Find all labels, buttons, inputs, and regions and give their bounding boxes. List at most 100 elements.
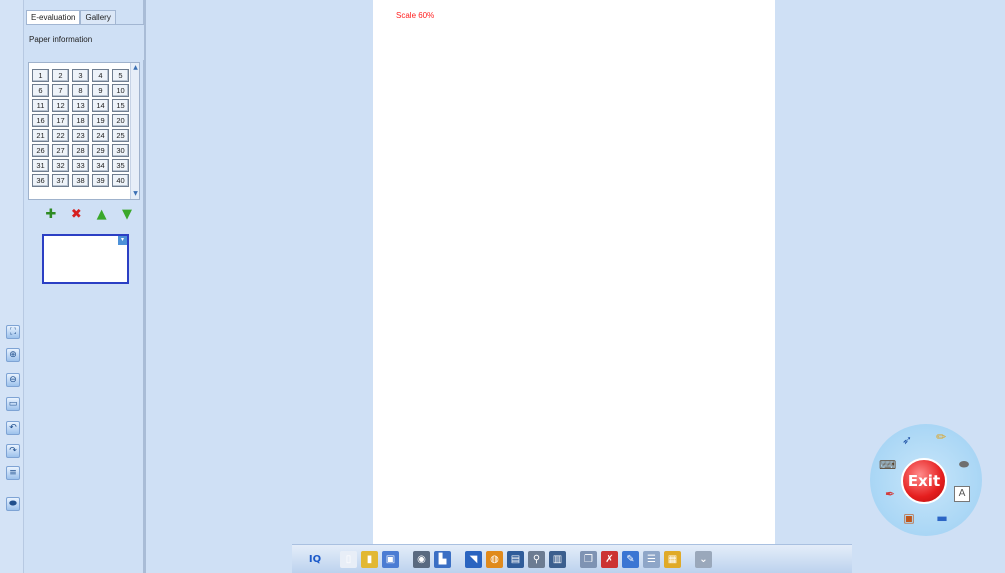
zoom-out-tool-icon[interactable]: ⊖	[6, 373, 20, 387]
new-page-icon[interactable]: ▯	[340, 550, 357, 568]
page-cell[interactable]: 4	[92, 69, 109, 82]
fit-view-tool-icon[interactable]: ⛶	[6, 325, 20, 339]
gallery-icon[interactable]: ▦	[664, 550, 681, 568]
page-grid-box: 1 2 3 4 5 6 7 8 9 10 11 12 13 14 15 16 17 18 19 20 21 22 23 24 2…	[28, 62, 140, 200]
page-cell[interactable]: 17	[52, 114, 69, 127]
undo-tool-icon[interactable]: ↶	[6, 421, 20, 435]
page-cell[interactable]: 16	[32, 114, 49, 127]
page-cell[interactable]: 8	[72, 84, 89, 97]
page-cell[interactable]: 32	[52, 159, 69, 172]
delete-icon: ✖	[70, 207, 82, 222]
delete-page-button[interactable]: ✖	[69, 208, 83, 222]
page-cell[interactable]: 11	[32, 99, 49, 112]
page-cell[interactable]: 30	[112, 144, 129, 157]
page-cell[interactable]: 12	[52, 99, 69, 112]
keyboard-icon[interactable]: ⌨	[879, 457, 896, 473]
page-cell[interactable]: 24	[92, 129, 109, 142]
move-down-button[interactable]: ▼	[120, 208, 134, 222]
page-cell[interactable]: 36	[32, 174, 49, 187]
highlighter-icon[interactable]: ✒	[882, 486, 898, 502]
page-cell[interactable]: 1	[32, 69, 49, 82]
page-cell[interactable]: 40	[112, 174, 129, 187]
scroll-down-icon[interactable]: ▼	[132, 190, 139, 198]
monitor-icon[interactable]: ▬	[934, 510, 950, 526]
page-cell[interactable]: 35	[112, 159, 129, 172]
list-icon[interactable]: ☰	[643, 550, 660, 568]
page-cell[interactable]: 26	[32, 144, 49, 157]
open-file-icon[interactable]: ▮	[361, 550, 378, 568]
page-cell[interactable]: 39	[92, 174, 109, 187]
ruler-tool-icon[interactable]: ≡	[6, 466, 20, 480]
left-tool-strip: ⛶ ⊕ ⊖ ▭ ↶ ↷ ≡ ⬬	[0, 0, 24, 573]
page-cell[interactable]: 23	[72, 129, 89, 142]
page-cell[interactable]: 25	[112, 129, 129, 142]
side-panel: E-evaluation Gallery Paper information 1…	[24, 0, 146, 573]
pencil-icon[interactable]: ✏	[933, 429, 949, 445]
camera-icon[interactable]: ◉	[413, 550, 430, 568]
scroll-up-icon[interactable]: ▲	[132, 64, 139, 72]
page-cell[interactable]: 29	[92, 144, 109, 157]
add-page-button[interactable]: ✚	[44, 208, 58, 222]
page-cell[interactable]: 19	[92, 114, 109, 127]
spotlight-icon[interactable]: ◥	[465, 550, 482, 568]
page-thumbnail[interactable]: ▾	[42, 234, 129, 284]
page-cell[interactable]: 37	[52, 174, 69, 187]
bottom-toolbar: IQ ▯ ▮ ▣ ◉ ▙ ◥ ◍ ▤ ⚲ ▥ ❐ ✗ ✎ ☰ ▦ ⌄	[292, 544, 852, 573]
page-cell[interactable]: 34	[92, 159, 109, 172]
tab-e-evaluation[interactable]: E-evaluation	[26, 10, 81, 24]
expand-more-icon[interactable]: ⌄	[695, 550, 712, 568]
chart-icon[interactable]: ▙	[434, 550, 451, 568]
plus-icon: ✚	[45, 207, 57, 222]
thumbnail-menu-icon[interactable]: ▾	[118, 236, 127, 245]
page-grid-scrollbar[interactable]: ▲ ▼	[130, 63, 139, 199]
browser-icon[interactable]: ◍	[486, 550, 503, 568]
page-actions: ✚ ✖ ▲ ▼	[44, 208, 134, 224]
whiteboard-canvas[interactable]: Scale 60%	[373, 0, 775, 548]
text-icon[interactable]: A	[954, 486, 970, 502]
page-cell[interactable]: 21	[32, 129, 49, 142]
magnifier-icon[interactable]: ⚲	[528, 550, 545, 568]
page-cell[interactable]: 28	[72, 144, 89, 157]
page-cell[interactable]: 31	[32, 159, 49, 172]
iq-logo-icon[interactable]: IQ	[304, 551, 326, 568]
radial-menu: Exit ➶ ✏ ⌨ ⬬ ✒ A ▣ ▬	[870, 424, 982, 536]
screenshot-icon[interactable]: ▤	[507, 550, 524, 568]
save-icon[interactable]: ▣	[382, 550, 399, 568]
scale-label: Scale 60%	[396, 11, 435, 20]
zoom-in-tool-icon[interactable]: ⊕	[6, 348, 20, 362]
eraser-icon[interactable]: ⬬	[956, 456, 972, 472]
page-cell[interactable]: 33	[72, 159, 89, 172]
page-cell[interactable]: 13	[72, 99, 89, 112]
page-cell[interactable]: 3	[72, 69, 89, 82]
redo-tool-icon[interactable]: ↷	[6, 444, 20, 458]
close-page-icon[interactable]: ✗	[601, 550, 618, 568]
panel-tabs: E-evaluation Gallery	[26, 10, 116, 24]
copy-icon[interactable]: ❐	[580, 550, 597, 568]
pen-tray-icon[interactable]: ✎	[622, 550, 639, 568]
arrow-up-icon: ▲	[96, 207, 107, 222]
page-cell[interactable]: 9	[92, 84, 109, 97]
page-cell[interactable]: 27	[52, 144, 69, 157]
eraser-tool-icon[interactable]: ⬬	[6, 497, 20, 511]
page-cell[interactable]: 20	[112, 114, 129, 127]
blank-page-tool-icon[interactable]: ▭	[6, 397, 20, 411]
page-cell[interactable]: 15	[112, 99, 129, 112]
select-cursor-icon[interactable]: ➶	[899, 432, 915, 448]
page-cell[interactable]: 2	[52, 69, 69, 82]
page-cell[interactable]: 5	[112, 69, 129, 82]
exit-button[interactable]: Exit	[901, 458, 947, 504]
arrow-down-icon: ▼	[121, 207, 132, 222]
page-cell[interactable]: 7	[52, 84, 69, 97]
page-cell[interactable]: 6	[32, 84, 49, 97]
video-icon[interactable]: ▣	[901, 510, 917, 526]
page-cell[interactable]: 22	[52, 129, 69, 142]
page-cell[interactable]: 18	[72, 114, 89, 127]
paper-information-label: Paper information	[29, 35, 93, 44]
page-cell[interactable]: 10	[112, 84, 129, 97]
tab-gallery[interactable]: Gallery	[80, 10, 116, 24]
page-cell[interactable]: 38	[72, 174, 89, 187]
screen-capture-icon[interactable]: ▥	[549, 550, 566, 568]
move-up-button[interactable]: ▲	[95, 208, 109, 222]
page-cell[interactable]: 14	[92, 99, 109, 112]
page-grid: 1 2 3 4 5 6 7 8 9 10 11 12 13 14 15 16 17 18 19 20 21 22 23 24 2…	[32, 69, 130, 187]
